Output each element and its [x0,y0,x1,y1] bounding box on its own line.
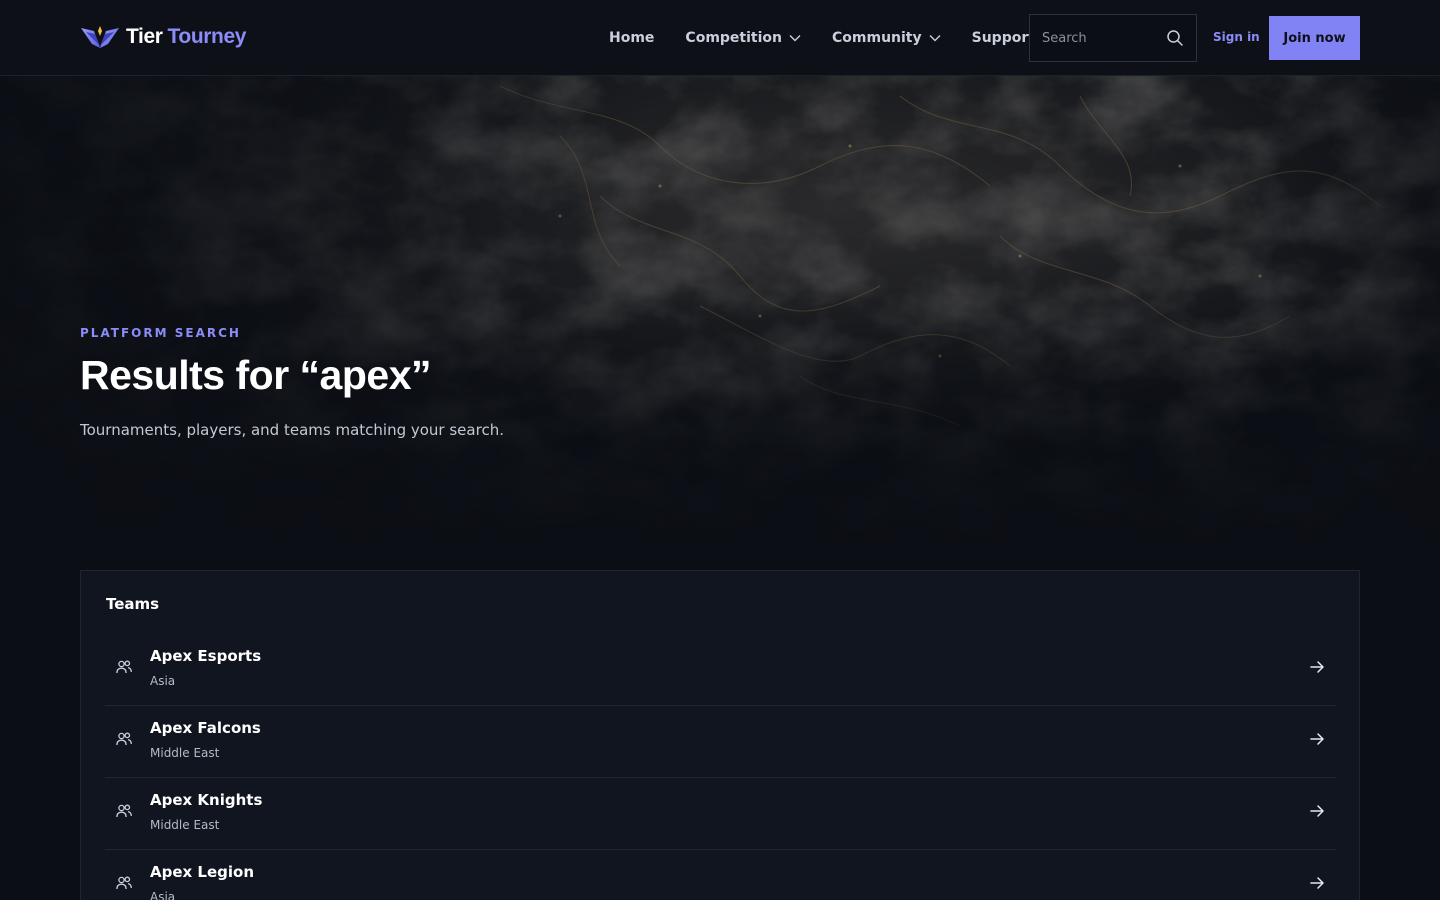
users-icon [116,732,132,746]
nav-item-label: Home [609,30,655,46]
team-result-row[interactable]: Apex Falcons Middle East [105,706,1336,778]
brand-logo[interactable]: Tier Tourney [80,20,246,54]
nav-item-label: Community [832,30,922,46]
arrow-right-icon[interactable] [1309,659,1325,675]
hero-eyebrow: PLATFORM SEARCH [80,326,241,340]
users-icon [116,660,132,674]
brand-name: Tier Tourney [126,25,246,49]
top-navigation-bar: Tier Tourney Home Competition Community S… [0,0,1440,76]
search-box [1029,14,1197,62]
page-subtitle: Tournaments, players, and teams matching… [80,421,504,439]
nav-item-home[interactable]: Home [609,30,654,46]
team-region: Asia [150,890,176,900]
search-input[interactable] [1042,30,1166,46]
team-region: Middle East [150,746,220,760]
arrow-right-icon[interactable] [1309,875,1325,891]
arrow-right-icon[interactable] [1309,731,1325,747]
team-name: Apex Esports [150,647,262,665]
team-result-row[interactable]: Apex Legion Asia [105,850,1336,900]
team-name: Apex Falcons [150,719,261,737]
sign-in-link[interactable]: Sign in [1213,30,1260,44]
chevron-down-icon [929,35,941,42]
brand-name-part2: Tourney [167,25,247,48]
team-name: Apex Legion [150,863,255,881]
nav-item-competition[interactable]: Competition [685,30,801,46]
nav-item-support[interactable]: Support [972,30,1035,46]
page-title: Results for “apex” [80,352,432,398]
hero-banner: PLATFORM SEARCH Results for “apex” Tourn… [0,76,1440,546]
team-region: Middle East [150,818,220,832]
section-title: Teams [106,595,160,613]
chevron-down-icon [789,35,801,42]
team-result-row[interactable]: Apex Knights Middle East [105,778,1336,850]
search-icon[interactable] [1166,29,1184,47]
main-nav: Home Competition Community Support [609,0,1066,76]
team-result-row[interactable]: Apex Esports Asia [105,634,1336,706]
nav-item-community[interactable]: Community [832,30,941,46]
users-icon [116,804,132,818]
brand-name-part1: Tier [126,25,163,48]
join-now-button[interactable]: Join now [1269,16,1360,60]
team-name: Apex Knights [150,791,263,809]
team-region: Asia [150,674,176,688]
nav-item-label: Competition [685,30,782,46]
winged-v-logo-icon [81,26,119,48]
hero-gradient-overlay [0,76,1440,546]
teams-results-panel: Teams Apex Esports Asia Apex Falcons Mid… [80,570,1360,900]
users-icon [116,876,132,890]
nav-item-label: Support [971,30,1035,46]
arrow-right-icon[interactable] [1309,803,1325,819]
